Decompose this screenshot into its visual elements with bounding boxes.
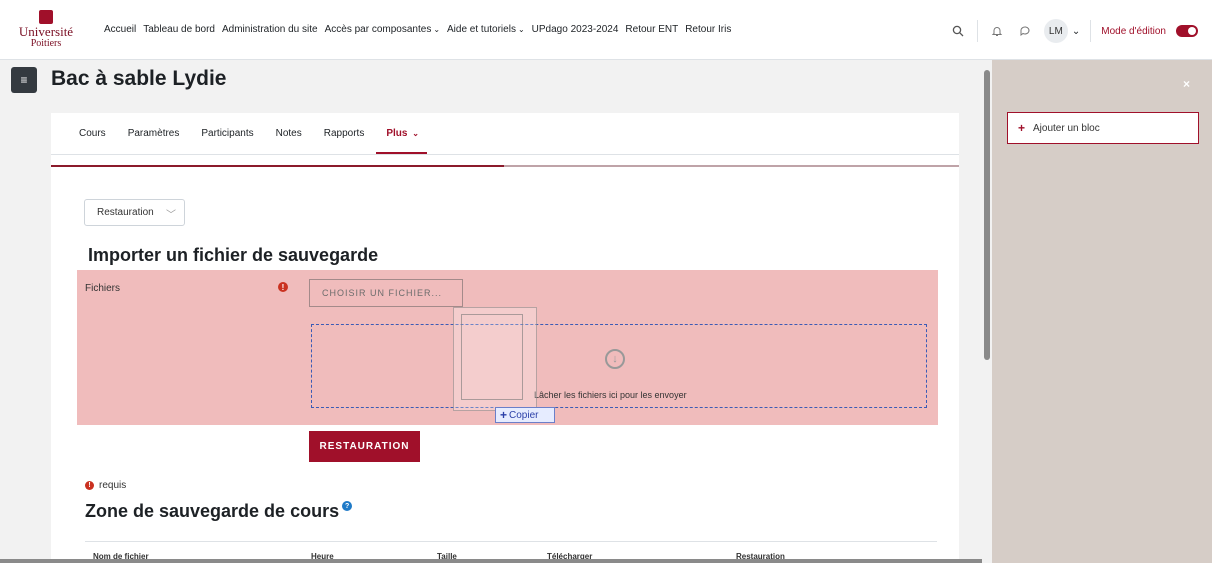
vertical-scrollbar[interactable]	[982, 60, 992, 563]
nav-retour-ent[interactable]: Retour ENT	[625, 24, 678, 35]
choose-file-button[interactable]: CHOISIR UN FICHIER...	[309, 279, 463, 307]
nav-aide-tutoriels[interactable]: Aide et tutoriels ⌄	[447, 24, 525, 35]
restore-action-select[interactable]: Restauration ﹀	[84, 199, 185, 226]
secondary-navigation: Cours Paramètres Participants Notes Rapp…	[51, 113, 959, 155]
chevron-down-icon[interactable]: ⌄	[1072, 26, 1080, 37]
nav-retour-iris[interactable]: Retour Iris	[685, 24, 731, 35]
page-title: Bac à sable Lydie	[51, 67, 227, 90]
tab-cours[interactable]: Cours	[79, 128, 106, 139]
university-logo[interactable]: Université Poitiers	[15, 10, 77, 50]
file-dropzone[interactable]: ↓ Lâcher les fichiers ici pour les envoy…	[311, 324, 927, 408]
chat-bubble-icon[interactable]	[1016, 22, 1034, 40]
plus-icon: +	[1018, 121, 1026, 135]
edit-mode-toggle[interactable]	[1176, 25, 1198, 37]
add-block-button[interactable]: + Ajouter un bloc	[1007, 112, 1199, 144]
tab-rapports[interactable]: Rapports	[324, 128, 365, 139]
navbar-divider	[976, 20, 978, 42]
chevron-down-icon: ⌄	[412, 129, 419, 138]
nav-acces-composantes[interactable]: Accès par composantes ⌄	[325, 24, 440, 35]
main-content: Cours Paramètres Participants Notes Rapp…	[51, 113, 959, 563]
tab-participants[interactable]: Participants	[201, 128, 253, 139]
backup-zone-heading: Zone de sauvegarde de cours?	[85, 501, 353, 522]
block-drawer: × + Ajouter un bloc	[992, 60, 1212, 563]
tab-parametres[interactable]: Paramètres	[128, 128, 180, 139]
chevron-down-icon: ⌄	[517, 25, 525, 34]
nav-administration[interactable]: Administration du site	[222, 24, 318, 35]
file-icon	[461, 314, 523, 400]
navbar-divider	[1090, 20, 1092, 42]
edit-mode-label: Mode d'édition	[1101, 25, 1166, 37]
logo-line2: Poitiers	[30, 38, 62, 49]
files-form-row: Fichiers ! CHOISIR UN FICHIER... ↓ Lâche…	[77, 270, 938, 425]
required-icon: !	[85, 481, 94, 490]
navbar-actions: LM ⌄ Mode d'édition	[949, 19, 1198, 43]
bell-icon[interactable]	[988, 22, 1006, 40]
logo-line1: Université	[18, 24, 74, 39]
restore-select-value: Restauration	[97, 207, 154, 218]
import-heading: Importer un fichier de sauvegarde	[88, 245, 379, 265]
nav-tableau-de-bord[interactable]: Tableau de bord	[143, 24, 215, 35]
chevron-down-icon: ⌄	[433, 25, 441, 34]
course-index-toggle[interactable]: ≡	[11, 67, 37, 93]
university-crest-icon	[39, 10, 53, 24]
download-arrow-icon: ↓	[605, 349, 625, 369]
files-label: Fichiers	[85, 283, 121, 294]
scrollbar-thumb[interactable]	[984, 70, 990, 360]
dropzone-text: Lâcher les fichiers ici pour les envoyer	[534, 390, 687, 400]
tab-notes[interactable]: Notes	[276, 128, 302, 139]
nav-updago[interactable]: UPdago 2023-2024	[532, 24, 619, 35]
required-note: ! requis	[85, 480, 126, 491]
restore-button[interactable]: RESTAURATION	[309, 431, 420, 462]
help-icon[interactable]: ?	[342, 501, 353, 511]
plus-icon: +	[500, 408, 508, 422]
copy-tooltip: + Copier	[495, 407, 555, 423]
required-icon: !	[278, 282, 288, 292]
list-icon: ≡	[20, 73, 28, 87]
primary-navigation: Accueil Tableau de bord Administration d…	[104, 24, 731, 35]
top-navbar: Université Poitiers Accueil Tableau de b…	[0, 0, 1212, 60]
progress-line-remainder	[504, 165, 959, 167]
horizontal-scrollbar[interactable]	[0, 559, 982, 563]
search-icon[interactable]	[949, 22, 967, 40]
add-block-label: Ajouter un bloc	[1033, 122, 1100, 134]
close-icon[interactable]: ×	[1183, 77, 1190, 91]
tab-plus[interactable]: Plus ⌄	[376, 128, 427, 154]
nav-accueil[interactable]: Accueil	[104, 24, 136, 35]
chevron-down-icon: ﹀	[166, 210, 176, 221]
user-avatar[interactable]: LM	[1043, 19, 1068, 43]
